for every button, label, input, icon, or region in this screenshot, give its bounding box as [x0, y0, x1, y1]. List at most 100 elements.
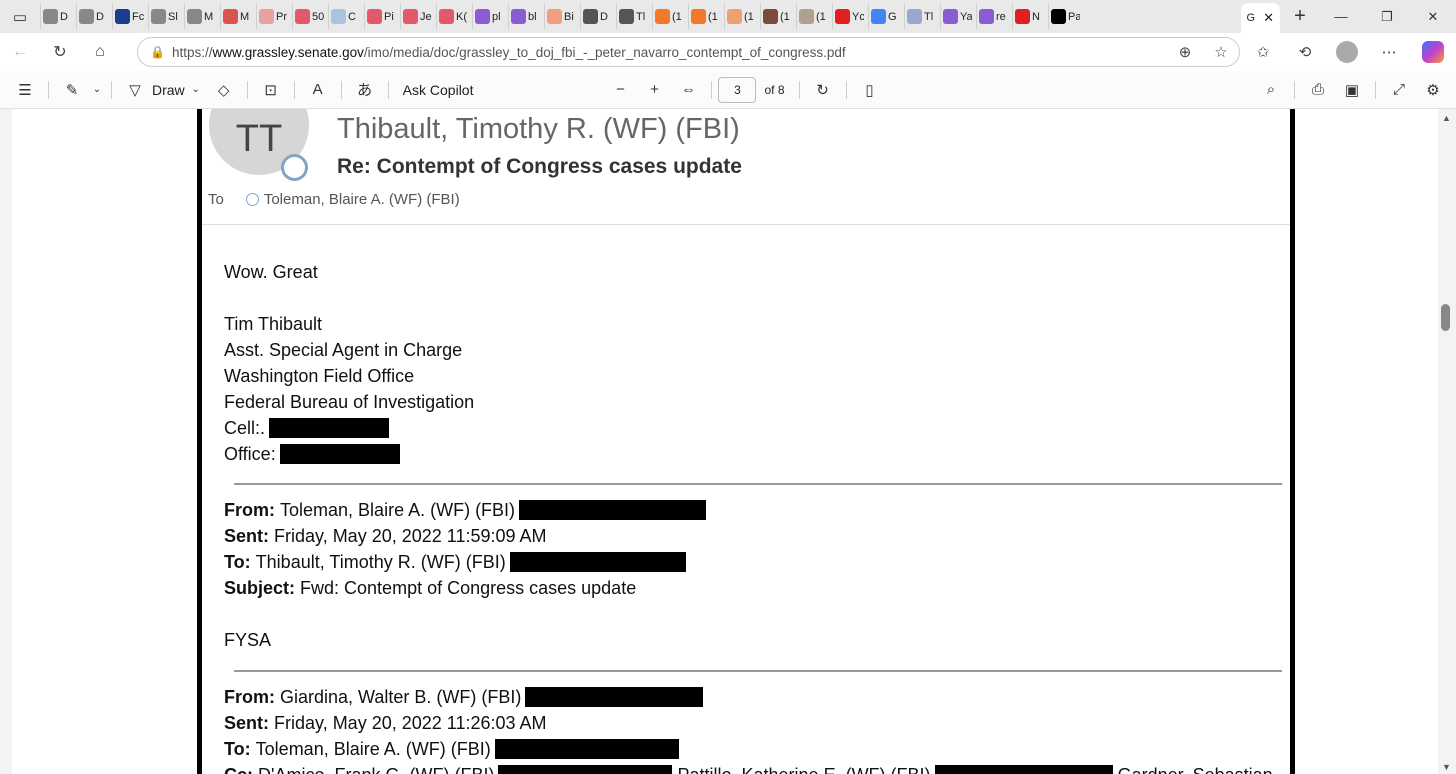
url-text[interactable]: https://www.grassley.senate.gov/imo/medi…: [172, 45, 1167, 60]
fit-width-icon[interactable]: ⇔: [671, 71, 705, 109]
fwd2-sent: Sent: Friday, May 20, 2022 11:26:03 AM: [224, 713, 547, 733]
browser-tab[interactable]: 50: [292, 3, 326, 30]
redaction-box: [279, 444, 400, 464]
browser-tab[interactable]: (1: [724, 3, 758, 30]
tab-label: bl: [528, 10, 537, 23]
chevron-down-icon[interactable]: ⌄: [89, 71, 105, 109]
browser-tab[interactable]: (1: [796, 3, 830, 30]
tab-favicon-icon: [943, 9, 958, 24]
contents-icon[interactable]: ☰: [8, 71, 42, 109]
close-window-button[interactable]: ✕: [1410, 0, 1456, 33]
history-icon[interactable]: ⟲: [1284, 43, 1326, 61]
divider: [111, 80, 112, 99]
fwd1-from: From: Toleman, Blaire A. (WF) (FBI): [224, 497, 1282, 523]
signature-cell: Cell:.: [224, 415, 1282, 441]
new-tab-button[interactable]: +: [1282, 5, 1318, 28]
browser-tab[interactable]: re: [976, 3, 1010, 30]
draw-icon[interactable]: ▽: [118, 71, 152, 109]
browser-tab[interactable]: N: [1012, 3, 1046, 30]
divider: [1294, 80, 1295, 99]
browser-tab[interactable]: Ya: [940, 3, 974, 30]
browser-tab[interactable]: K(: [436, 3, 470, 30]
browser-tab[interactable]: Pa: [1048, 3, 1082, 30]
tab-favicon-icon: [979, 9, 994, 24]
chevron-down-icon[interactable]: ⌄: [185, 71, 207, 109]
search-icon[interactable]: ⌕: [1254, 71, 1288, 109]
browser-tab[interactable]: Tl: [904, 3, 938, 30]
fwd2-from: From: Giardina, Walter B. (WF) (FBI): [224, 684, 1282, 710]
rotate-icon[interactable]: ↻: [806, 71, 840, 109]
zoom-icon[interactable]: ⊕: [1167, 43, 1203, 61]
scroll-down-icon[interactable]: ▼: [1442, 762, 1451, 772]
browser-tab[interactable]: Bi: [544, 3, 578, 30]
browser-tab[interactable]: bl: [508, 3, 542, 30]
tab-label: (1: [744, 10, 754, 23]
scrollbar-thumb[interactable]: [1441, 304, 1450, 331]
browser-tab[interactable]: (1: [688, 3, 722, 30]
active-tab-label: G: [1246, 12, 1256, 24]
print-icon[interactable]: ⎙: [1301, 71, 1335, 109]
browser-tab[interactable]: D: [76, 3, 110, 30]
recipient-status-icon: [245, 193, 259, 206]
tab-favicon-icon: [1051, 9, 1066, 24]
browser-tab[interactable]: C: [328, 3, 362, 30]
browser-tab[interactable]: Pr: [256, 3, 290, 30]
browser-tab[interactable]: D: [580, 3, 614, 30]
more-menu-icon[interactable]: ⋯: [1368, 43, 1410, 61]
page-number-input[interactable]: 3: [718, 76, 757, 103]
back-button[interactable]: ←: [0, 33, 40, 71]
minimize-button[interactable]: —: [1318, 0, 1364, 33]
fullscreen-icon[interactable]: ⤢: [1382, 71, 1416, 109]
url-field[interactable]: 🔒 https://www.grassley.senate.gov/imo/me…: [137, 37, 1240, 67]
save-icon[interactable]: ▣: [1335, 71, 1369, 109]
draw-button[interactable]: Draw: [152, 71, 185, 109]
close-tab-icon[interactable]: ✕: [1263, 10, 1274, 26]
signature-org: Federal Bureau of Investigation: [224, 392, 475, 412]
scroll-up-icon[interactable]: ▲: [1442, 113, 1451, 123]
copilot-icon[interactable]: [1422, 41, 1444, 63]
browser-tab[interactable]: (1: [760, 3, 794, 30]
tab-label: N: [1032, 10, 1040, 23]
read-aloud-icon[interactable]: A: [301, 71, 335, 109]
tab-label: (1: [780, 10, 790, 23]
browser-tab[interactable]: (1: [652, 3, 686, 30]
highlight-icon[interactable]: ✎: [55, 71, 89, 109]
browser-tab[interactable]: M: [184, 3, 218, 30]
browser-tab[interactable]: Pi: [364, 3, 398, 30]
browser-tab[interactable]: D: [40, 3, 74, 30]
tab-favicon-icon: [799, 9, 814, 24]
zoom-in-icon[interactable]: +: [637, 71, 671, 109]
browser-tab[interactable]: pl: [472, 3, 506, 30]
browser-tab[interactable]: Tl: [616, 3, 650, 30]
vertical-scrollbar[interactable]: ▲ ▼: [1438, 109, 1456, 774]
pdf-viewer[interactable]: TT Thibault, Timothy R. (WF) (FBI) Re: C…: [0, 109, 1456, 774]
refresh-button[interactable]: ↻: [40, 33, 80, 71]
tab-favicon-icon: [727, 9, 742, 24]
text-box-icon[interactable]: ⊡: [254, 71, 288, 109]
eraser-icon[interactable]: ◇: [207, 71, 241, 109]
browser-tab[interactable]: G: [868, 3, 902, 30]
lock-icon[interactable]: 🔒: [150, 45, 172, 59]
favorite-star-icon[interactable]: ☆: [1203, 43, 1239, 61]
browser-tab[interactable]: M: [220, 3, 254, 30]
page-view-icon[interactable]: ▯: [853, 71, 887, 109]
tab-label: Pa: [1068, 10, 1080, 23]
tab-active[interactable]: G ✕: [1240, 3, 1280, 33]
translate-icon[interactable]: あ: [348, 71, 382, 109]
browser-tab[interactable]: Je: [400, 3, 434, 30]
profile-avatar[interactable]: [1336, 41, 1358, 63]
tab-actions-icon[interactable]: ▭: [0, 0, 40, 33]
favorites-icon[interactable]: ✩: [1242, 43, 1284, 61]
home-button[interactable]: ⌂: [80, 33, 120, 71]
browser-tab[interactable]: Sl: [148, 3, 182, 30]
tab-favicon-icon: [871, 9, 886, 24]
ask-copilot-button[interactable]: Ask Copilot: [403, 71, 474, 109]
email-to-row: To Toleman, Blaire A. (WF) (FBI): [208, 191, 460, 208]
zoom-out-icon[interactable]: −: [603, 71, 637, 109]
fwd1-note: FYSA: [224, 630, 272, 650]
restore-button[interactable]: ❐: [1364, 0, 1410, 33]
browser-tab[interactable]: Yc: [832, 3, 866, 30]
browser-tab[interactable]: Fc: [112, 3, 146, 30]
settings-gear-icon[interactable]: ⚙: [1416, 71, 1450, 109]
tab-strip: ▭ D D Fc Sl M M Pr 50 C Pi Je K(pl bl Bi D Tl (1 (1 (1 (1 (1…: [0, 0, 1456, 33]
